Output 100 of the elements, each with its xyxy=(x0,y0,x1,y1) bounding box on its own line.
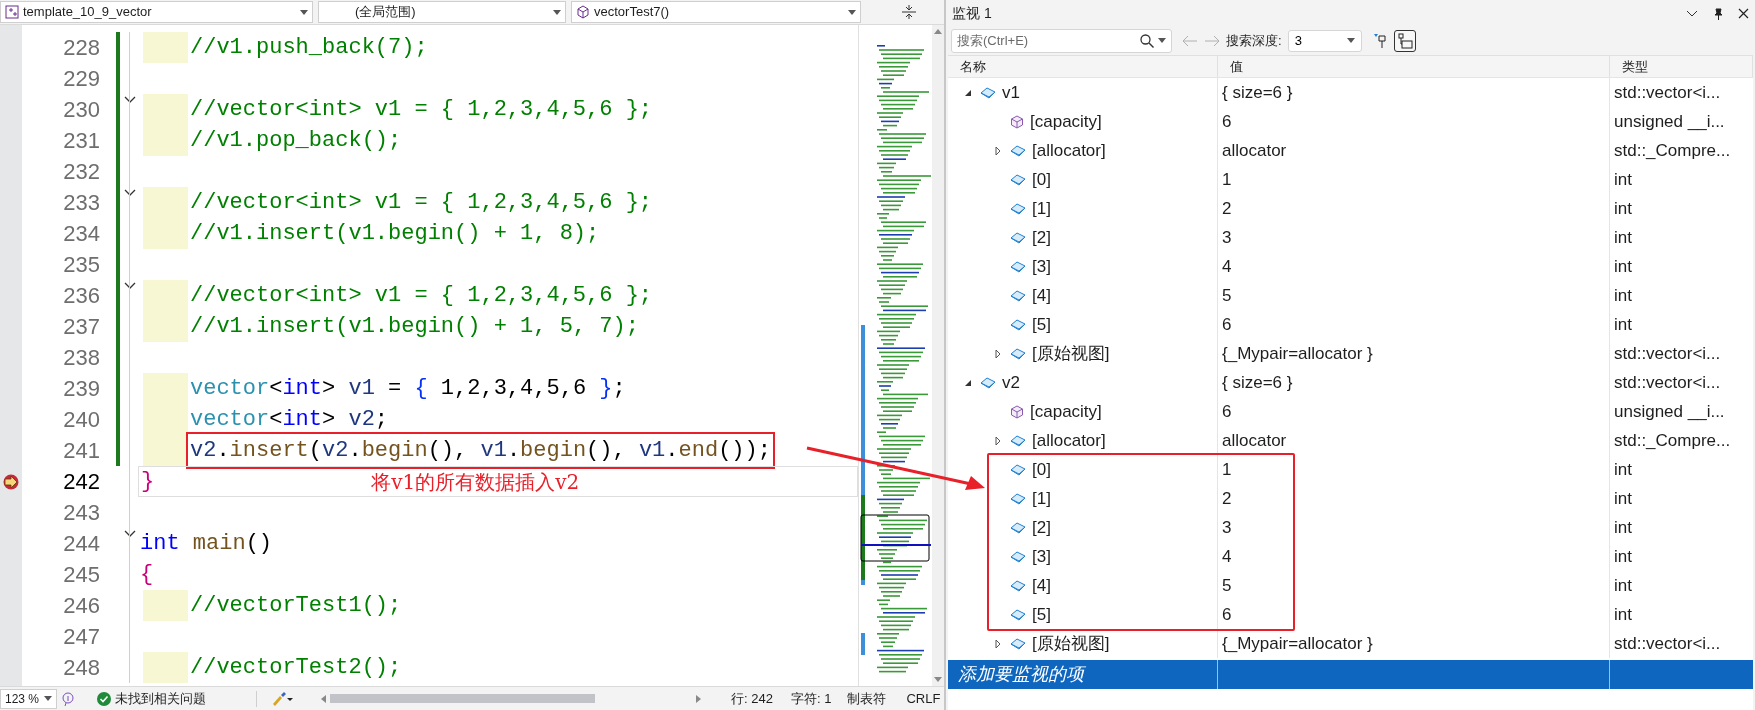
search-icon[interactable] xyxy=(1140,33,1154,48)
scroll-left-icon[interactable] xyxy=(321,694,326,703)
fold-chevron-icon[interactable] xyxy=(124,96,136,104)
cube-icon xyxy=(576,5,590,19)
watch-row[interactable]: [3] 4 int xyxy=(948,542,1753,571)
split-icon[interactable] xyxy=(902,5,916,19)
watch-row[interactable]: [capacity] 6 unsigned __i... xyxy=(948,397,1753,426)
issues-status[interactable]: 未找到相关问题 xyxy=(115,688,206,709)
dropdown[interactable]: vectorTest7() xyxy=(571,1,861,23)
code-text: v2.insert(v2.begin(), v1.begin(), v1.end()); xyxy=(188,434,773,467)
dropdown[interactable]: template_10_9_vector xyxy=(0,1,313,23)
watch-row[interactable]: [原始视图] {_Mypair=allocator } std::vector<i... xyxy=(948,629,1753,658)
indent-mode[interactable]: 制表符 xyxy=(847,688,887,709)
field-icon xyxy=(1010,491,1026,506)
watch-type: int xyxy=(1613,197,1633,220)
field-icon xyxy=(1010,346,1026,361)
watch-name: v2 xyxy=(1002,371,1020,394)
line-ending[interactable]: CRLF xyxy=(906,688,941,709)
watch-row[interactable]: v2 { size=6 } std::vector<i... xyxy=(948,368,1753,397)
char-position[interactable]: 字符: 1 xyxy=(790,688,832,709)
fold-chevron-icon[interactable] xyxy=(124,282,136,290)
dropdown[interactable]: (全局范围) xyxy=(318,1,566,23)
watch-value: {_Mypair=allocator } xyxy=(1218,629,1610,658)
watch-row[interactable]: [5] 6 int xyxy=(948,310,1753,339)
watch-value: 1 xyxy=(1218,165,1610,194)
watch-name: v1 xyxy=(1002,81,1020,104)
brush-icon[interactable] xyxy=(271,691,293,706)
vertical-scrollbar[interactable] xyxy=(932,25,944,686)
code-text: //vectorTest2(); xyxy=(189,654,403,682)
scroll-down-icon[interactable] xyxy=(934,677,942,682)
file-icon xyxy=(5,5,19,19)
dropdown-caret-icon xyxy=(1158,38,1166,43)
fold-chevron-icon[interactable] xyxy=(124,189,136,197)
scroll-right-icon[interactable] xyxy=(696,694,701,703)
watch-name: [capacity] xyxy=(1030,400,1102,423)
watch-row[interactable]: [capacity] 6 unsigned __i... xyxy=(948,107,1753,136)
watch-value: 5 xyxy=(1218,281,1610,310)
watch-value: allocator xyxy=(1218,426,1610,455)
horizontal-scrollbar[interactable] xyxy=(321,691,701,706)
column-header[interactable]: 名称 xyxy=(948,56,1218,77)
watch-name: [2] xyxy=(1032,226,1051,249)
line-number: 242 xyxy=(62,468,100,496)
watch-name: [allocator] xyxy=(1032,429,1106,452)
watch-row[interactable]: [1] 2 int xyxy=(948,194,1753,223)
cube-icon xyxy=(1010,114,1024,129)
search-box[interactable]: 搜索(Ctrl+E) xyxy=(951,28,1172,53)
line-number: 246 xyxy=(62,592,100,620)
depth-dropdown[interactable]: 3 xyxy=(1287,29,1362,52)
watch-name: [5] xyxy=(1032,313,1051,336)
field-icon xyxy=(1010,578,1026,593)
watch-type: int xyxy=(1613,516,1633,539)
field-icon xyxy=(1010,636,1026,651)
column-header[interactable]: 值 xyxy=(1218,56,1610,77)
pin-icon[interactable] xyxy=(1712,7,1724,20)
watch-row[interactable]: [原始视图] {_Mypair=allocator } std::vector<i... xyxy=(948,339,1753,368)
pin-filter-icon[interactable] xyxy=(1373,33,1388,48)
line-number: 248 xyxy=(62,654,100,682)
watch-type: std::vector<i... xyxy=(1613,342,1722,365)
code-text: //v1.insert(v1.begin() + 1, 8); xyxy=(189,220,601,248)
watch-row[interactable]: [2] 3 int xyxy=(948,513,1753,542)
watch-value: 6 xyxy=(1218,310,1610,339)
watch-row[interactable]: v1 { size=6 } std::vector<i... xyxy=(948,78,1753,107)
scrollbar-thumb[interactable] xyxy=(330,694,595,703)
add-watch-field[interactable]: 添加要监视的项 xyxy=(948,660,1218,689)
watch-type: int xyxy=(1613,603,1633,626)
dropdown-icon[interactable] xyxy=(1686,9,1698,18)
add-watch-row[interactable]: 添加要监视的项 xyxy=(948,660,1753,689)
fold-chevron-icon[interactable] xyxy=(124,530,136,538)
field-icon xyxy=(1010,201,1026,216)
watch-name: [0] xyxy=(1032,458,1051,481)
line-number: 237 xyxy=(62,313,100,341)
watch-name: [原始视图] xyxy=(1032,342,1110,365)
watch-type: int xyxy=(1613,458,1633,481)
code-text: vector<int> v1 = { 1,2,3,4,5,6 }; xyxy=(189,375,627,403)
watch-row[interactable]: [allocator] allocator std::_Compre... xyxy=(948,426,1753,455)
field-icon xyxy=(1010,230,1026,245)
watch-name: [4] xyxy=(1032,574,1051,597)
code-text: { xyxy=(139,561,155,589)
search-input[interactable]: 搜索(Ctrl+E) xyxy=(957,30,1136,51)
zoom-dropdown[interactable]: 123 % xyxy=(0,688,57,709)
watch-row[interactable]: [2] 3 int xyxy=(948,223,1753,252)
close-icon[interactable] xyxy=(1738,8,1749,19)
format-toggle-button[interactable] xyxy=(1393,29,1416,52)
line-position[interactable]: 行: 242 xyxy=(731,688,773,709)
line-number: 230 xyxy=(62,96,100,124)
watch-name: [原始视图] xyxy=(1032,632,1110,655)
watch-row[interactable]: [5] 6 int xyxy=(948,600,1753,629)
watch-row[interactable]: [3] 4 int xyxy=(948,252,1753,281)
field-icon xyxy=(980,85,996,100)
watch-row[interactable]: [4] 5 int xyxy=(948,281,1753,310)
dropdown-caret-icon xyxy=(848,9,856,15)
depth-label: 搜索深度: xyxy=(1226,31,1282,50)
watch-name: [5] xyxy=(1032,603,1051,626)
scroll-up-icon[interactable] xyxy=(934,29,942,34)
column-header[interactable]: 类型 xyxy=(1610,56,1753,77)
watch-row[interactable]: [4] 5 int xyxy=(948,571,1753,600)
code-text: //vector<int> v1 = { 1,2,3,4,5,6 }; xyxy=(189,282,654,310)
watch-row[interactable]: [0] 1 int xyxy=(948,165,1753,194)
watch-row[interactable]: [allocator] allocator std::_Compre... xyxy=(948,136,1753,165)
field-icon xyxy=(1010,259,1026,274)
